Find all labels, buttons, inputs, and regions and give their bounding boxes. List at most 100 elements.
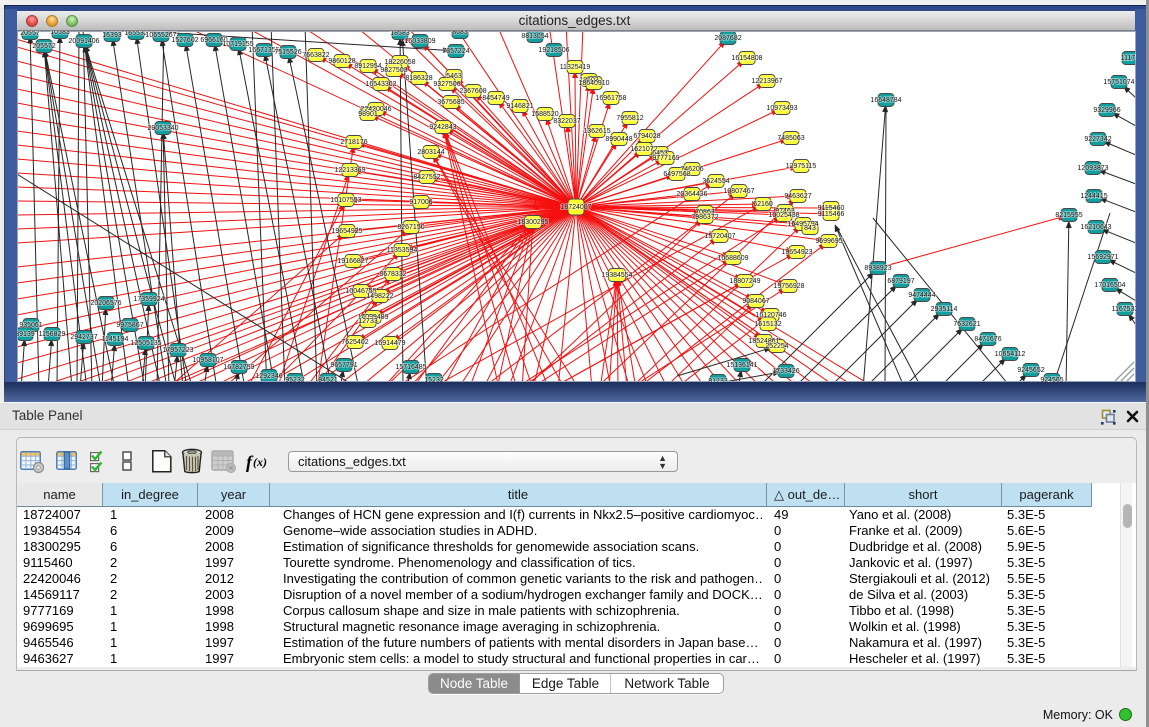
svg-text:29053340: 29053340 [147,125,178,132]
svg-text:1156829: 1156829 [39,331,66,338]
svg-text:17016504: 17016504 [1094,282,1125,289]
svg-text:18807249: 18807249 [729,278,760,285]
svg-text:16393: 16393 [102,32,122,39]
svg-text:8427552: 8427552 [413,174,440,181]
svg-text:2935114: 2935114 [931,306,958,313]
svg-text:20364436: 20364436 [676,191,707,198]
svg-text:7485063: 7485063 [777,135,804,142]
svg-text:6794028: 6794028 [633,133,660,140]
svg-text:84521: 84521 [318,377,338,382]
svg-text:1167533: 1167533 [1112,306,1136,313]
svg-text:9975867: 9975867 [116,322,143,329]
svg-text:8683: 8683 [452,31,468,36]
svg-text:11173: 11173 [1121,55,1136,62]
svg-text:12733: 12733 [358,318,378,325]
svg-text:9115466: 9115466 [818,211,845,218]
svg-text:9657791: 9657791 [330,362,357,369]
svg-text:7625402: 7625402 [341,339,368,346]
svg-text:8938923: 8938923 [864,265,891,272]
svg-text:9699695: 9699695 [815,238,842,245]
svg-text:17359924: 17359924 [133,296,164,303]
svg-text:8215955: 8215955 [1055,212,1082,219]
svg-text:10025438: 10025438 [768,212,799,219]
svg-text:8186328: 8186328 [405,75,432,82]
svg-text:9827503: 9827503 [380,67,407,74]
svg-text:10688609: 10688609 [717,255,748,262]
svg-text:9146821: 9146821 [506,103,533,110]
svg-text:1244415: 1244415 [1080,193,1107,200]
svg-text:11325419: 11325419 [560,64,591,71]
svg-text:1362615: 1362615 [583,128,610,135]
svg-text:1615132: 1615132 [754,321,781,328]
svg-text:15692971: 15692971 [1087,254,1118,261]
svg-text:3624554: 3624554 [702,178,729,185]
svg-text:16033809: 16033809 [404,38,435,45]
svg-text:11353594: 11353594 [387,247,418,254]
svg-text:2803144: 2803144 [417,149,444,156]
svg-text:7357224: 7357224 [442,48,469,55]
svg-text:9245652: 9245652 [1017,367,1044,374]
svg-text:12093873: 12093873 [1077,165,1108,172]
svg-text:18226058: 18226058 [384,59,415,66]
svg-text:20557: 20557 [20,31,40,37]
svg-text:5463: 5463 [446,73,462,80]
svg-text:9474444: 9474444 [908,292,935,299]
svg-text:10807467: 10807467 [723,188,754,195]
svg-text:8454749: 8454749 [482,95,509,102]
svg-text:16543362: 16543362 [365,81,396,88]
svg-text:10654112: 10654112 [995,351,1026,358]
svg-text:39139: 39139 [17,331,35,338]
svg-text:18724007: 18724007 [560,204,591,211]
svg-text:2718176: 2718176 [340,139,367,146]
svg-text:18300295: 18300295 [517,219,548,226]
svg-text:16782759: 16782759 [223,364,254,371]
svg-text:95232: 95232 [285,377,305,382]
svg-text:8813054: 8813054 [521,33,548,40]
svg-text:8678332: 8678332 [379,271,406,278]
svg-text:16120746: 16120746 [755,312,786,319]
svg-text:1292346: 1292346 [255,373,282,380]
svg-text:7955812: 7955812 [616,115,643,122]
svg-text:10107553: 10107553 [330,197,361,204]
svg-text:19218506: 19218506 [538,47,569,54]
svg-text:12213369: 12213369 [334,167,365,174]
svg-text:(x): (x) [253,455,267,469]
svg-text:8471676: 8471676 [974,336,1001,343]
svg-text:19654923: 19654923 [781,249,812,256]
svg-text:9084067: 9084067 [742,298,769,305]
svg-text:18640910: 18640910 [578,80,609,87]
svg-text:8267150: 8267150 [397,224,424,231]
svg-text:9777169: 9777169 [652,155,679,162]
svg-text:81233: 81233 [708,378,728,382]
svg-text:15751074: 15751074 [1103,79,1134,86]
svg-text:16914479: 16914479 [374,340,405,347]
svg-text:18583: 18583 [390,31,410,37]
svg-text:15232: 15232 [424,377,444,382]
svg-text:1145194: 1145194 [102,336,129,343]
svg-text:9860128: 9860128 [328,58,355,65]
svg-text:917006: 917006 [409,199,432,206]
svg-text:12505135: 12505135 [130,340,161,347]
svg-text:1498222: 1498222 [366,293,393,300]
svg-text:15720407: 15720407 [704,233,735,240]
svg-text:6879197: 6879197 [887,278,914,285]
svg-text:8990448: 8990448 [605,136,632,143]
svg-text:20206576: 20206576 [90,300,121,307]
svg-text:9242843: 9242843 [429,124,456,131]
svg-text:19384554: 19384554 [601,272,632,279]
svg-text:15716485: 15716485 [395,364,426,371]
svg-text:1527602: 1527602 [171,37,198,44]
svg-text:9329966: 9329966 [1093,107,1120,114]
svg-text:17957223: 17957223 [162,347,193,354]
svg-text:8912954: 8912954 [354,63,381,70]
svg-text:62160: 62160 [753,201,773,208]
svg-text:9327506: 9327506 [433,81,460,88]
svg-text:8322037: 8322037 [553,118,580,125]
svg-text:924565: 924565 [1040,377,1063,382]
svg-text:15136141: 15136141 [726,362,757,369]
svg-text:935061: 935061 [19,322,42,329]
svg-text:20091406: 20091406 [68,38,99,45]
svg-text:9227342: 9227342 [1084,136,1111,143]
svg-text:10583: 10583 [50,31,70,36]
svg-text:165532: 165532 [124,31,147,37]
